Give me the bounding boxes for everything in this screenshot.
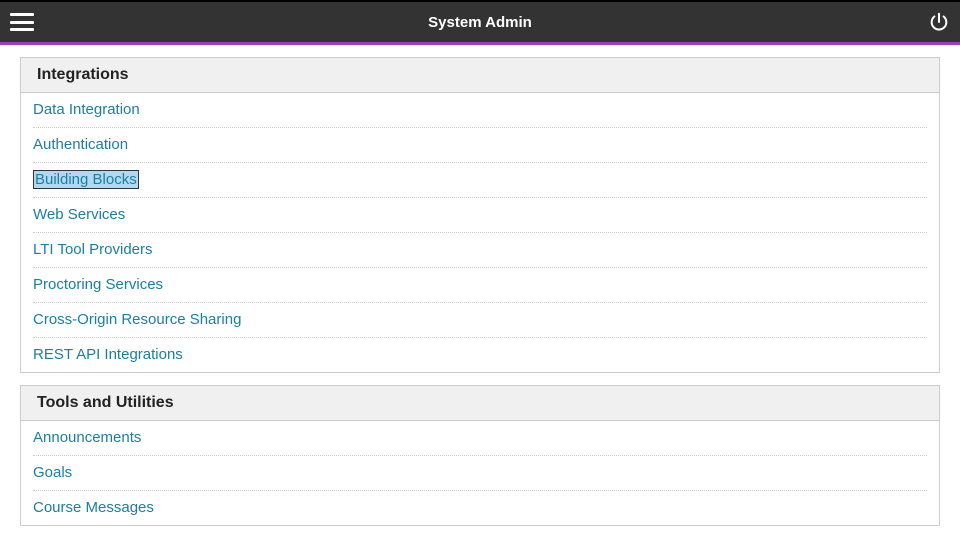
page-title: System Admin [428,14,532,31]
link-cors[interactable]: Cross-Origin Resource Sharing [33,311,241,328]
list-item: Announcements [33,421,927,456]
list-item: REST API Integrations [33,338,927,372]
link-building-blocks[interactable]: Building Blocks [33,170,139,189]
menu-icon[interactable] [10,13,34,31]
list-item: Course Messages [33,491,927,525]
link-proctoring-services[interactable]: Proctoring Services [33,276,163,293]
link-authentication[interactable]: Authentication [33,136,128,153]
panel-body-tools: Announcements Goals Course Messages [21,421,939,525]
link-web-services[interactable]: Web Services [33,206,125,223]
link-goals[interactable]: Goals [33,464,72,481]
panel-tools-utilities: Tools and Utilities Announcements Goals … [20,385,940,526]
content: Integrations Data Integration Authentica… [0,45,960,526]
list-item: Building Blocks [33,163,927,198]
power-icon[interactable] [928,11,950,33]
link-rest-api-integrations[interactable]: REST API Integrations [33,346,183,363]
panel-body-integrations: Data Integration Authentication Building… [21,93,939,372]
link-course-messages[interactable]: Course Messages [33,499,154,516]
list-item: Proctoring Services [33,268,927,303]
list-item: LTI Tool Providers [33,233,927,268]
topbar: System Admin [0,0,960,42]
panel-integrations: Integrations Data Integration Authentica… [20,57,940,373]
link-data-integration[interactable]: Data Integration [33,101,140,118]
link-announcements[interactable]: Announcements [33,429,141,446]
panel-header-integrations: Integrations [21,58,939,93]
list-item: Goals [33,456,927,491]
link-lti-tool-providers[interactable]: LTI Tool Providers [33,241,153,258]
list-item: Data Integration [33,93,927,128]
panel-header-tools: Tools and Utilities [21,386,939,421]
list-item: Cross-Origin Resource Sharing [33,303,927,338]
list-item: Web Services [33,198,927,233]
list-item: Authentication [33,128,927,163]
